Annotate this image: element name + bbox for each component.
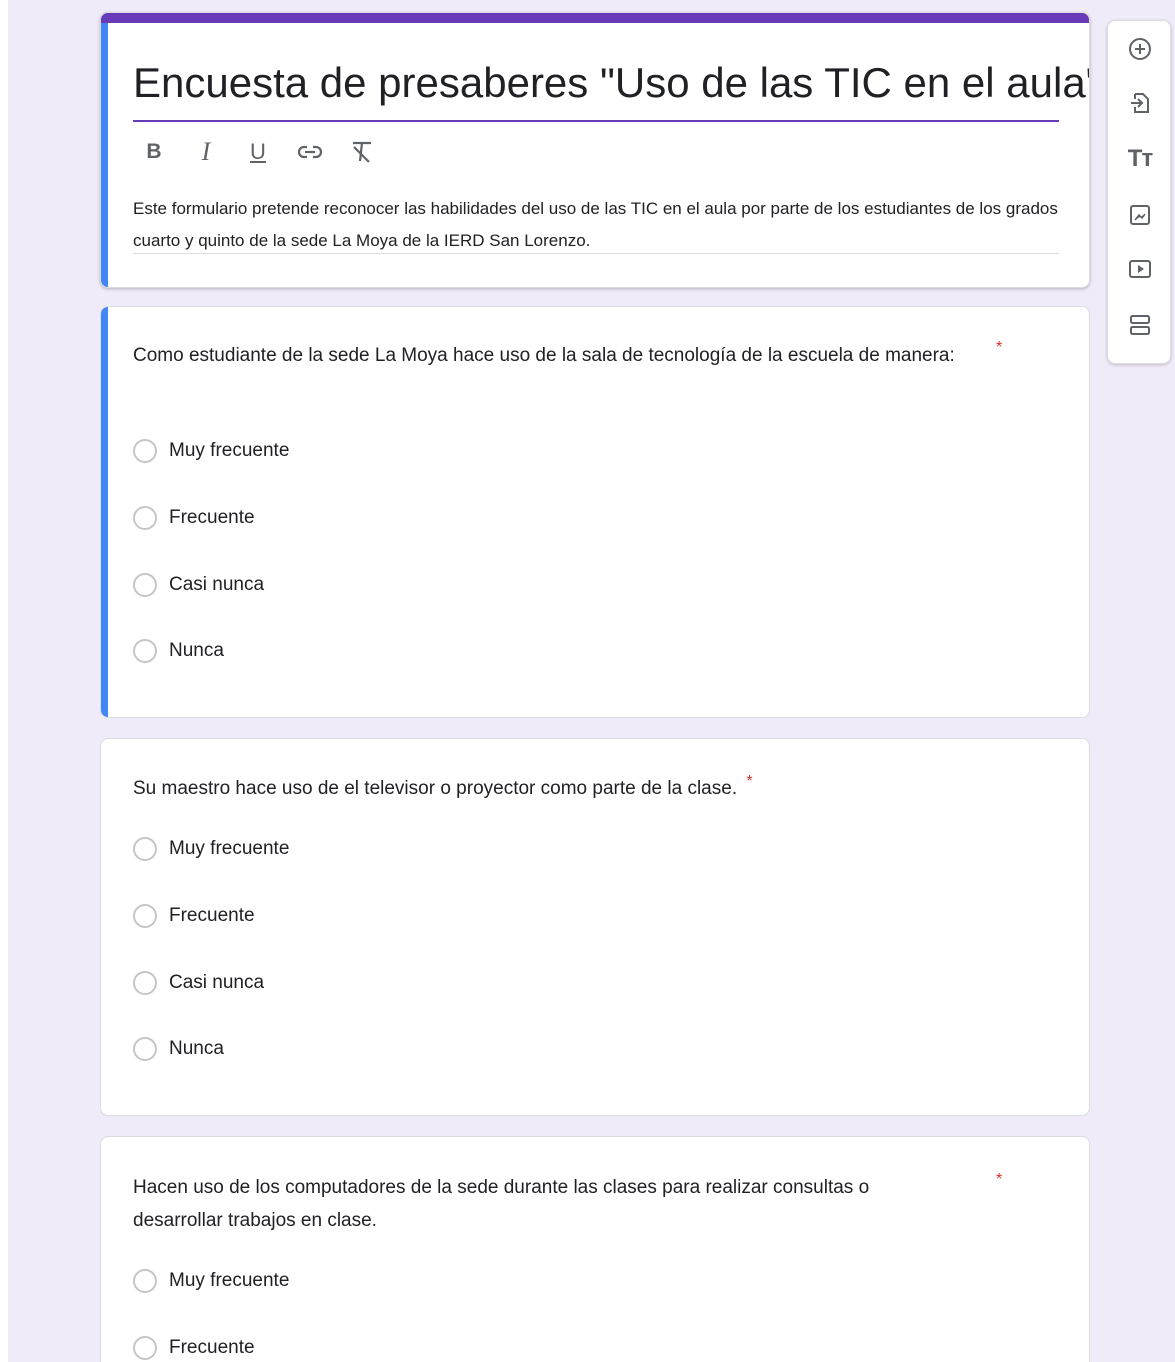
question-card-1[interactable]: Como estudiante de la sede La Moya hace … (100, 306, 1090, 718)
italic-button[interactable]: I (193, 137, 219, 167)
link-icon[interactable] (297, 137, 323, 167)
form-header-card[interactable]: Encuesta de presaberes "Uso de las TIC e… (100, 12, 1090, 288)
question-text[interactable]: Hacen uso de los computadores de la sede… (133, 1171, 963, 1237)
radio-option[interactable]: Muy frecuente (133, 1269, 289, 1293)
radio-button[interactable] (133, 837, 157, 861)
radio-option[interactable]: Frecuente (133, 506, 255, 530)
radio-button[interactable] (133, 971, 157, 995)
option-label: Casi nunca (169, 574, 265, 595)
add-section-icon[interactable] (1122, 307, 1158, 343)
radio-option[interactable]: Muy frecuente (133, 837, 289, 861)
question-text-content: Su maestro hace uso de el televisor o pr… (133, 778, 738, 799)
radio-button[interactable] (133, 1336, 157, 1360)
question-card-2[interactable]: Su maestro hace uso de el televisor o pr… (100, 738, 1090, 1116)
option-label: Nunca (169, 1038, 224, 1059)
required-asterisk: * (746, 773, 753, 790)
option-label: Muy frecuente (169, 1270, 290, 1291)
required-asterisk: * (996, 1171, 1003, 1188)
import-questions-icon[interactable] (1122, 85, 1158, 121)
radio-button[interactable] (133, 1037, 157, 1061)
radio-button[interactable] (133, 639, 157, 663)
option-label: Casi nunca (169, 972, 265, 993)
question-text[interactable]: Su maestro hace uso de el televisor o pr… (133, 772, 753, 806)
bold-button[interactable]: B (141, 137, 167, 167)
option-label: Muy frecuente (169, 838, 290, 859)
radio-option[interactable]: Casi nunca (133, 971, 264, 995)
page-gutter (0, 0, 8, 1362)
radio-button[interactable] (133, 1269, 157, 1293)
form-description[interactable]: Este formulario pretende reconocer las h… (133, 193, 1059, 257)
format-toolbar: B I U (141, 137, 375, 167)
description-underline (133, 253, 1059, 254)
option-label: Muy frecuente (169, 440, 290, 461)
underline-button[interactable]: U (245, 137, 271, 167)
radio-button[interactable] (133, 904, 157, 928)
required-asterisk: * (996, 339, 1003, 356)
radio-option[interactable]: Frecuente (133, 1336, 255, 1360)
add-question-icon[interactable] (1122, 31, 1158, 67)
question-card-3[interactable]: Hacen uso de los computadores de la sede… (100, 1136, 1090, 1362)
radio-option[interactable]: Nunca (133, 639, 224, 663)
question-text[interactable]: Como estudiante de la sede La Moya hace … (133, 339, 963, 372)
add-title-icon[interactable]: Tт (1122, 141, 1158, 177)
side-toolbar: Tт (1107, 20, 1171, 364)
accent-bar (101, 13, 1089, 23)
title-underline (133, 120, 1059, 122)
clear-formatting-icon[interactable] (349, 137, 375, 167)
add-video-icon[interactable] (1122, 251, 1158, 287)
option-label: Frecuente (169, 905, 255, 926)
radio-option[interactable]: Casi nunca (133, 573, 264, 597)
option-label: Nunca (169, 640, 224, 661)
radio-button[interactable] (133, 506, 157, 530)
radio-option[interactable]: Muy frecuente (133, 439, 289, 463)
option-label: Frecuente (169, 507, 255, 528)
radio-option[interactable]: Frecuente (133, 904, 255, 928)
radio-option[interactable]: Nunca (133, 1037, 224, 1061)
form-title[interactable]: Encuesta de presaberes "Uso de las TIC e… (133, 55, 1089, 111)
add-image-icon[interactable] (1122, 197, 1158, 233)
radio-button[interactable] (133, 573, 157, 597)
option-label: Frecuente (169, 1337, 255, 1358)
radio-button[interactable] (133, 439, 157, 463)
